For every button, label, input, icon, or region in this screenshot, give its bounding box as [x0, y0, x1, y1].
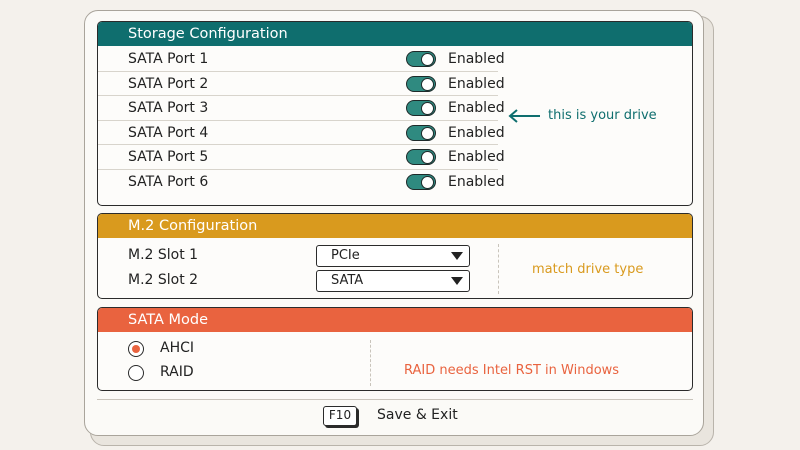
toggle-knob — [421, 151, 434, 164]
sata-port-row: SATA Port 2 Enabled — [98, 72, 505, 96]
sata-mode-panel: SATA Mode AHCI RAID RAID needs Intel RST… — [97, 307, 693, 391]
sata-port-5-toggle[interactable] — [406, 149, 436, 165]
sata-port-row: SATA Port 3 Enabled — [98, 96, 505, 121]
storage-configuration-header: Storage Configuration — [98, 22, 692, 46]
toggle-knob — [421, 126, 434, 140]
m2-configuration-header: M.2 Configuration — [98, 214, 692, 238]
arrow-left-icon — [508, 109, 540, 123]
bios-window: Storage Configuration SATA Port 1 Enable… — [84, 10, 704, 436]
sata-port-label: SATA Port 5 — [128, 149, 209, 165]
caret-down-icon — [451, 277, 463, 285]
sata-port-label: SATA Port 2 — [128, 75, 209, 92]
sata-port-3-toggle[interactable] — [406, 100, 436, 116]
m2-slot-1-value: PCIe — [331, 248, 360, 263]
sata-port-row: SATA Port 1 Enabled — [98, 47, 505, 72]
sata-port-status: Enabled — [448, 173, 505, 190]
m2-slot-1-label: M.2 Slot 1 — [128, 247, 199, 263]
m2-slot-2-label: M.2 Slot 2 — [128, 272, 199, 288]
sata-port-row: SATA Port 6 Enabled — [98, 170, 505, 195]
sata-port-4-toggle[interactable] — [406, 124, 436, 141]
sata-port-status: Enabled — [448, 51, 505, 67]
divider — [498, 244, 499, 294]
storage-configuration-panel: Storage Configuration SATA Port 1 Enable… — [97, 21, 693, 206]
sata-port-status: Enabled — [448, 100, 505, 116]
sata-port-row: SATA Port 5 Enabled — [98, 145, 505, 170]
f10-key[interactable]: F10 — [323, 406, 357, 426]
sata-port-2-toggle[interactable] — [406, 75, 436, 92]
divider — [370, 340, 371, 386]
caret-down-icon — [451, 252, 463, 260]
m2-slot-1-select[interactable]: PCIe — [316, 245, 470, 267]
sata-port-6-toggle[interactable] — [406, 173, 436, 190]
sata-port-1-toggle[interactable] — [406, 51, 436, 67]
radio-ahci-label: AHCI — [160, 340, 195, 356]
sata-port-label: SATA Port 6 — [128, 173, 209, 190]
sata-port-label: SATA Port 3 — [128, 100, 209, 116]
radio-ahci[interactable] — [128, 341, 144, 357]
toggle-knob — [421, 102, 434, 115]
m2-note: match drive type — [532, 262, 644, 277]
m2-slot-2-select[interactable]: SATA — [316, 270, 470, 292]
m2-configuration-panel: M.2 Configuration M.2 Slot 1 PCIe M.2 Sl… — [97, 213, 693, 299]
toggle-knob — [421, 175, 434, 189]
toggle-knob — [421, 77, 434, 91]
sata-mode-note: RAID needs Intel RST in Windows — [404, 363, 620, 378]
radio-raid-label: RAID — [160, 364, 194, 380]
sata-port-status: Enabled — [448, 124, 505, 141]
footer-divider — [97, 399, 693, 400]
drive-annotation-text: this is your drive — [548, 108, 657, 123]
radio-raid[interactable] — [128, 365, 144, 381]
sata-port-row: SATA Port 4 Enabled — [98, 121, 505, 145]
sata-port-label: SATA Port 1 — [128, 51, 209, 67]
sata-port-label: SATA Port 4 — [128, 124, 209, 141]
sata-mode-header: SATA Mode — [98, 308, 692, 332]
sata-port-status: Enabled — [448, 75, 505, 92]
save-exit-label: Save & Exit — [377, 407, 458, 423]
m2-slot-2-value: SATA — [331, 273, 364, 288]
sata-port-status: Enabled — [448, 149, 505, 165]
toggle-knob — [421, 53, 434, 66]
